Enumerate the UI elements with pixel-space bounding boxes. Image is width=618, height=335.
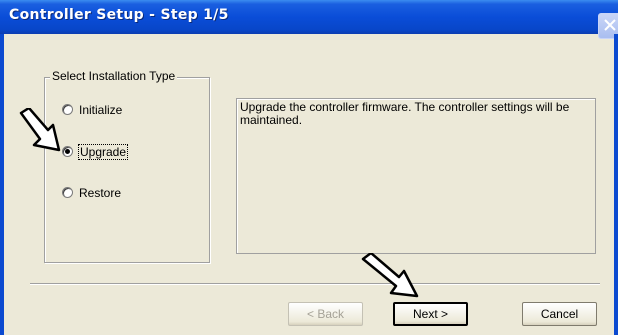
radio-initialize-button[interactable]	[62, 104, 73, 115]
cancel-button[interactable]: Cancel	[522, 302, 597, 326]
hollow-arrow-icon	[361, 253, 419, 298]
next-button[interactable]: Next >	[393, 302, 468, 326]
description-panel: Upgrade the controller firmware. The con…	[236, 98, 596, 254]
radio-upgrade-label-wrap[interactable]: Upgrade	[77, 144, 129, 160]
radio-restore-label[interactable]: Restore	[79, 185, 121, 201]
window-border-right	[614, 34, 618, 335]
radio-upgrade-label[interactable]: Upgrade	[77, 144, 129, 160]
title-bar: Controller Setup - Step 1/5	[0, 0, 618, 39]
hollow-arrow-icon	[19, 108, 61, 152]
radio-initialize-label[interactable]: Initialize	[79, 102, 122, 118]
description-text: Upgrade the controller firmware. The con…	[240, 100, 570, 127]
window-border-left	[0, 34, 4, 335]
radio-restore-button[interactable]	[62, 187, 73, 198]
window-title: Controller Setup - Step 1/5	[9, 7, 229, 23]
setup-dialog: Controller Setup - Step 1/5 Select Insta…	[0, 0, 618, 335]
radio-upgrade-button[interactable]	[62, 146, 73, 157]
installation-type-group-label: Select Installation Type	[50, 69, 178, 83]
back-button[interactable]: < Back	[288, 302, 363, 326]
button-separator	[30, 283, 600, 285]
close-icon	[604, 19, 616, 31]
radio-selected-dot	[65, 149, 70, 154]
